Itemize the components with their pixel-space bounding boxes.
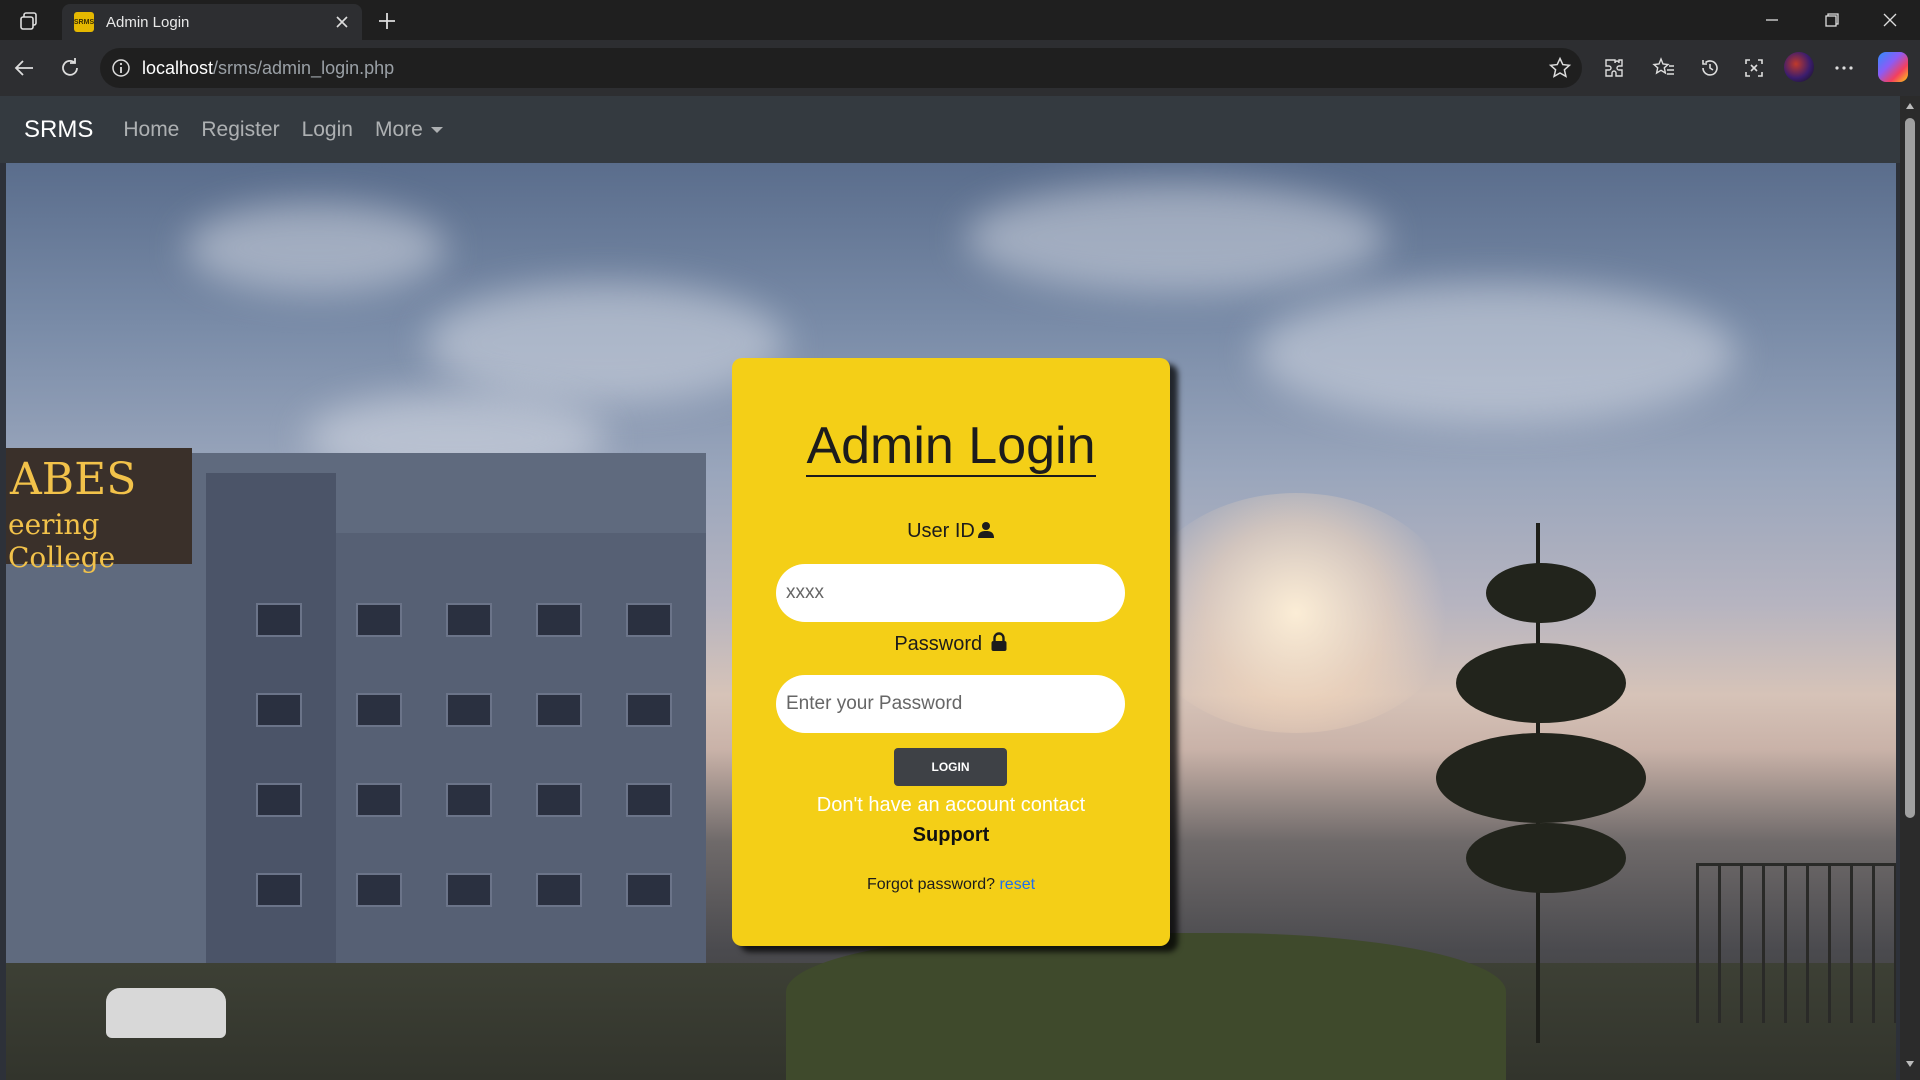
parked-car: [106, 988, 226, 1038]
dropdown-caret-icon: [430, 126, 443, 133]
userid-input[interactable]: [776, 564, 1125, 622]
close-window-button[interactable]: [1862, 0, 1918, 40]
password-label: Password: [732, 632, 1170, 656]
nav-dropdown-more[interactable]: More: [375, 118, 443, 142]
minimize-window-button[interactable]: [1744, 0, 1800, 40]
favorites-icon[interactable]: [1648, 52, 1680, 84]
browser-toolbar: localhost/srms/admin_login.php: [0, 40, 1920, 96]
userid-label-text: User ID: [907, 520, 975, 542]
profile-avatar[interactable]: [1784, 52, 1814, 82]
lock-icon: [991, 632, 1007, 651]
tab-close-icon[interactable]: [330, 10, 354, 34]
browser-tab-active[interactable]: SRMS Admin Login: [62, 4, 362, 40]
support-link[interactable]: Support: [732, 824, 1170, 847]
browser-tab-bar: SRMS Admin Login: [0, 0, 1920, 40]
address-bar[interactable]: localhost/srms/admin_login.php: [100, 48, 1582, 88]
reload-icon[interactable]: [54, 52, 86, 84]
nav-link-register[interactable]: Register: [201, 118, 279, 142]
tab-title: Admin Login: [106, 13, 190, 31]
back-arrow-icon[interactable]: [8, 52, 40, 84]
no-account-text: Don't have an account contact: [816, 794, 1086, 816]
scroll-up-arrow-icon[interactable]: [1904, 100, 1916, 112]
navbar-brand[interactable]: SRMS: [24, 116, 93, 144]
scroll-down-arrow-icon[interactable]: [1904, 1058, 1916, 1070]
password-label-text: Password: [894, 633, 983, 655]
more-menu-icon[interactable]: [1828, 52, 1860, 84]
url-text: localhost/srms/admin_login.php: [142, 58, 395, 78]
nav-more-label: More: [374, 117, 423, 141]
favorite-star-icon[interactable]: [1548, 56, 1572, 85]
userid-label: User ID: [732, 520, 1170, 543]
reset-link[interactable]: reset: [999, 876, 1035, 893]
copilot-icon[interactable]: [1878, 52, 1908, 82]
history-icon[interactable]: [1694, 52, 1726, 84]
login-button[interactable]: LOGIN: [894, 748, 1007, 786]
login-title: Admin Login: [732, 416, 1170, 477]
site-navbar: SRMS Home Register Login More: [0, 96, 1900, 163]
signboard-text-line1: ABES: [10, 454, 137, 505]
site-favicon-icon: SRMS: [74, 12, 94, 32]
forgot-password-text: Forgot password?: [866, 876, 996, 893]
workspaces-icon[interactable]: [14, 8, 44, 34]
nav-link-login[interactable]: Login: [302, 118, 353, 142]
nav-link-home[interactable]: Home: [123, 118, 179, 142]
college-signboard: ABES eering College: [6, 448, 192, 574]
scrollbar-thumb[interactable]: [1905, 118, 1915, 818]
restore-window-button[interactable]: [1804, 0, 1860, 40]
user-icon: [977, 522, 994, 538]
page-scrollbar[interactable]: [1900, 96, 1920, 1080]
page-viewport: SRMS Home Register Login More ABES eerin…: [0, 96, 1900, 1080]
login-title-text: Admin Login: [806, 417, 1096, 477]
new-tab-button[interactable]: [372, 6, 402, 36]
forgot-password-row: Forgot password? reset: [732, 876, 1170, 894]
screenshot-icon[interactable]: [1738, 52, 1770, 84]
extensions-icon[interactable]: [1598, 52, 1630, 84]
signboard-text-line2: eering College: [8, 508, 116, 574]
password-input[interactable]: [776, 675, 1125, 733]
site-info-icon[interactable]: [110, 57, 132, 84]
login-card: Admin Login User ID Password LOGIN Don't…: [732, 358, 1170, 946]
